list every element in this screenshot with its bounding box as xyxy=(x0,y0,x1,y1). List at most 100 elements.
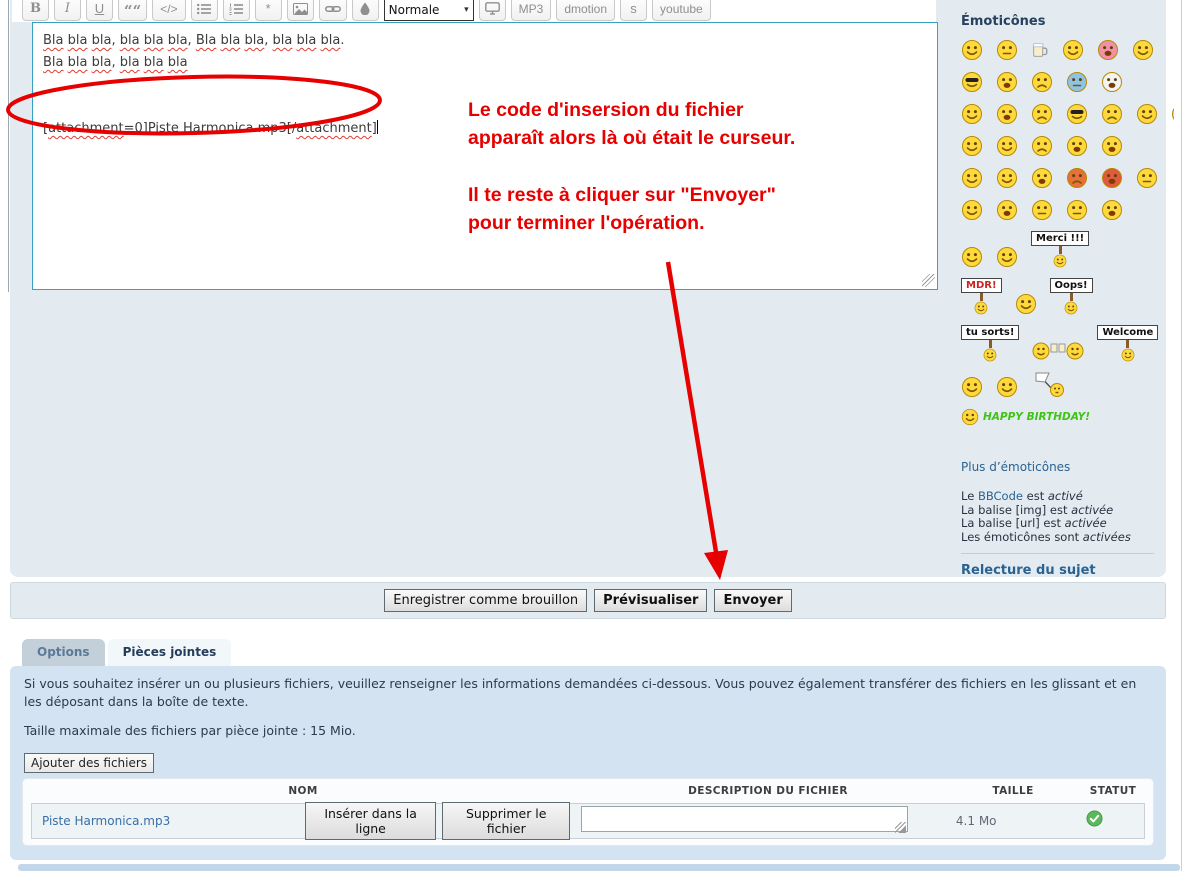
emoticon-whistling[interactable] xyxy=(1136,167,1158,189)
emoticon-wide-eyes[interactable] xyxy=(996,199,1018,221)
add-files-button[interactable]: Ajouter des fichiers xyxy=(24,753,154,773)
emoticon-head-bang-wall[interactable] xyxy=(1101,167,1123,189)
emoticon-happy-birthday[interactable]: HAPPY BIRTHDAY! xyxy=(961,408,1090,426)
emoticon-weightlifter[interactable] xyxy=(996,246,1018,268)
topic-review-link[interactable]: Relecture du sujet xyxy=(961,563,1096,578)
emoticon-thumb-up[interactable] xyxy=(996,135,1018,157)
emoticon-thinking[interactable] xyxy=(1171,103,1174,125)
file-description-input[interactable] xyxy=(581,806,908,832)
attachment-status xyxy=(1044,810,1144,832)
emoticon-bowing[interactable] xyxy=(961,246,983,268)
bold-button[interactable]: B xyxy=(22,0,49,21)
emoticon-worried[interactable] xyxy=(1031,103,1053,125)
emoticon-very-happy[interactable] xyxy=(961,39,983,61)
insert-inline-button[interactable]: Insérer dans la ligne xyxy=(305,802,436,840)
emoticon-party[interactable] xyxy=(961,376,983,398)
emoticon-champion-trophy[interactable] xyxy=(1066,135,1088,157)
underline-button[interactable]: U xyxy=(86,0,113,21)
emoticon-mdr-sign[interactable]: MDR! xyxy=(961,278,1002,315)
emoticon-in-love[interactable] xyxy=(1097,39,1119,61)
link-button[interactable] xyxy=(319,0,347,21)
emoticon-mad[interactable] xyxy=(1066,167,1088,189)
header-description: DESCRIPTION DU FICHIER xyxy=(583,782,953,800)
emoticon-rolling-eyes[interactable] xyxy=(1066,199,1088,221)
bbcode-status-block: Le BBCode est activéLa balise [img] est … xyxy=(961,490,1174,578)
more-emoticons-link[interactable]: Plus d’émoticônes xyxy=(961,460,1070,474)
tab-attachments[interactable]: Pièces jointes xyxy=(108,639,232,666)
emoticon-laughing[interactable] xyxy=(961,167,983,189)
emoticon-double-thumbs-up[interactable] xyxy=(961,135,983,157)
attachments-panel: Si vous souhaitez insérer un ou plusieur… xyxy=(10,666,1166,860)
emoticon-welcome-sign[interactable]: Welcome xyxy=(1097,325,1158,362)
emoticon-shocked[interactable] xyxy=(1101,71,1123,93)
bbcode-faq-link[interactable]: BBCode xyxy=(978,489,1023,503)
bbcode-status-line: La balise [url] est activée xyxy=(961,517,1174,531)
emoticon-crying-girl[interactable] xyxy=(1031,71,1053,93)
delete-file-button[interactable]: Supprimer le fichier xyxy=(442,802,570,840)
emoticon-upset[interactable] xyxy=(1031,199,1053,221)
flash-button[interactable] xyxy=(479,0,506,21)
emoticon-cool-rocker[interactable] xyxy=(961,71,983,93)
lower-tabs: Options Pièces jointes xyxy=(22,639,231,666)
emoticon-lol[interactable] xyxy=(1031,167,1053,189)
emoticon-beer-cheers[interactable] xyxy=(1032,338,1084,362)
submit-strip: Enregistrer comme brouillon Prévisualise… xyxy=(10,582,1166,619)
strike-button[interactable]: s xyxy=(620,0,647,21)
attachments-max-size-text: Taille maximale des fichiers par pièce j… xyxy=(24,722,1152,740)
editor-text-line: Bla bla bla, bla bla bla xyxy=(43,52,927,74)
font-color-button[interactable] xyxy=(352,0,379,21)
emoticons-sidebar: Émoticônes Merci !!!MDR!Oops!tu sorts!We… xyxy=(961,14,1174,469)
save-draft-button[interactable]: Enregistrer comme brouillon xyxy=(384,589,587,612)
image-button[interactable] xyxy=(287,0,314,21)
attachments-table: NOM DESCRIPTION DU FICHIER TAILLE STATUT… xyxy=(22,778,1154,846)
emoticon-machine-gun[interactable] xyxy=(1101,199,1123,221)
list-ol-button[interactable] xyxy=(223,0,250,21)
emoticon-nervous-grin[interactable] xyxy=(1136,103,1158,125)
emoticon-oops-sign[interactable]: Oops! xyxy=(1050,278,1093,315)
emoticon-surprised[interactable] xyxy=(996,103,1018,125)
bbcode-toolbar: BIU““</> * Normale▾ MP3dmotionsyoutube xyxy=(22,0,711,21)
posting-panel: BIU““</> * Normale▾ MP3dmotionsyoutube Bla … xyxy=(10,0,1166,577)
asterisk-button[interactable]: * xyxy=(255,0,282,21)
emoticon-merci-sign[interactable]: Merci !!! xyxy=(1031,231,1089,268)
emoticon-thumb-down[interactable] xyxy=(1031,135,1053,157)
emoticon-tu-sorts-sign[interactable]: tu sorts! xyxy=(961,325,1019,362)
emoticon-excited-scream[interactable] xyxy=(1101,135,1123,157)
emoticon-cool[interactable] xyxy=(1066,103,1088,125)
emoticon-straight-face[interactable] xyxy=(996,39,1018,61)
bbcode-status-line: La balise [img] est activée xyxy=(961,504,1174,518)
emoticon-wink[interactable] xyxy=(1062,39,1084,61)
textarea-resize-handle[interactable] xyxy=(922,274,935,287)
emoticon-laugh-duo[interactable] xyxy=(996,376,1018,398)
window-right-edge xyxy=(1181,0,1182,871)
italic-button[interactable]: I xyxy=(54,0,81,21)
bbcode-status-line: Le BBCode est activé xyxy=(961,490,1174,504)
emoticon-angry[interactable] xyxy=(1101,103,1123,125)
emoticon-rock-on[interactable] xyxy=(1132,39,1154,61)
format-select[interactable]: Normale▾ xyxy=(384,0,474,21)
format-select-value: Normale xyxy=(389,3,440,17)
emoticon-applause[interactable] xyxy=(961,199,983,221)
quote-button[interactable]: ““ xyxy=(118,0,147,21)
bbcode-status-lines: Le BBCode est activéLa balise [img] est … xyxy=(961,490,1174,544)
code-button[interactable]: </> xyxy=(152,0,185,21)
annotation-line: apparaît alors là où était le curseur. xyxy=(468,124,795,152)
header-nom: NOM xyxy=(23,782,583,800)
tab-options[interactable]: Options xyxy=(22,639,105,666)
emoticon-white-flag[interactable] xyxy=(1031,372,1067,398)
dmotion-button[interactable]: dmotion xyxy=(556,0,615,21)
submit-button[interactable]: Envoyer xyxy=(714,589,791,612)
annotation-line: pour terminer l'opération. xyxy=(468,209,795,237)
emoticon-winking[interactable] xyxy=(996,167,1018,189)
emoticon-sleepy[interactable] xyxy=(1066,71,1088,93)
emoticon-group-hug[interactable] xyxy=(1015,293,1037,315)
mp3-button[interactable]: MP3 xyxy=(511,0,552,21)
list-ul-button[interactable] xyxy=(191,0,218,21)
emoticon-tongue-out[interactable] xyxy=(996,71,1018,93)
emoticon-grin[interactable] xyxy=(961,103,983,125)
attachments-table-header: NOM DESCRIPTION DU FICHIER TAILLE STATUT xyxy=(23,779,1153,803)
preview-button[interactable]: Prévisualiser xyxy=(594,589,707,612)
youtube-button[interactable]: youtube xyxy=(652,0,711,21)
emoticon-beer-mug[interactable] xyxy=(1031,39,1049,61)
attachment-filename-link[interactable]: Piste Harmonica.mp3 xyxy=(32,812,305,830)
